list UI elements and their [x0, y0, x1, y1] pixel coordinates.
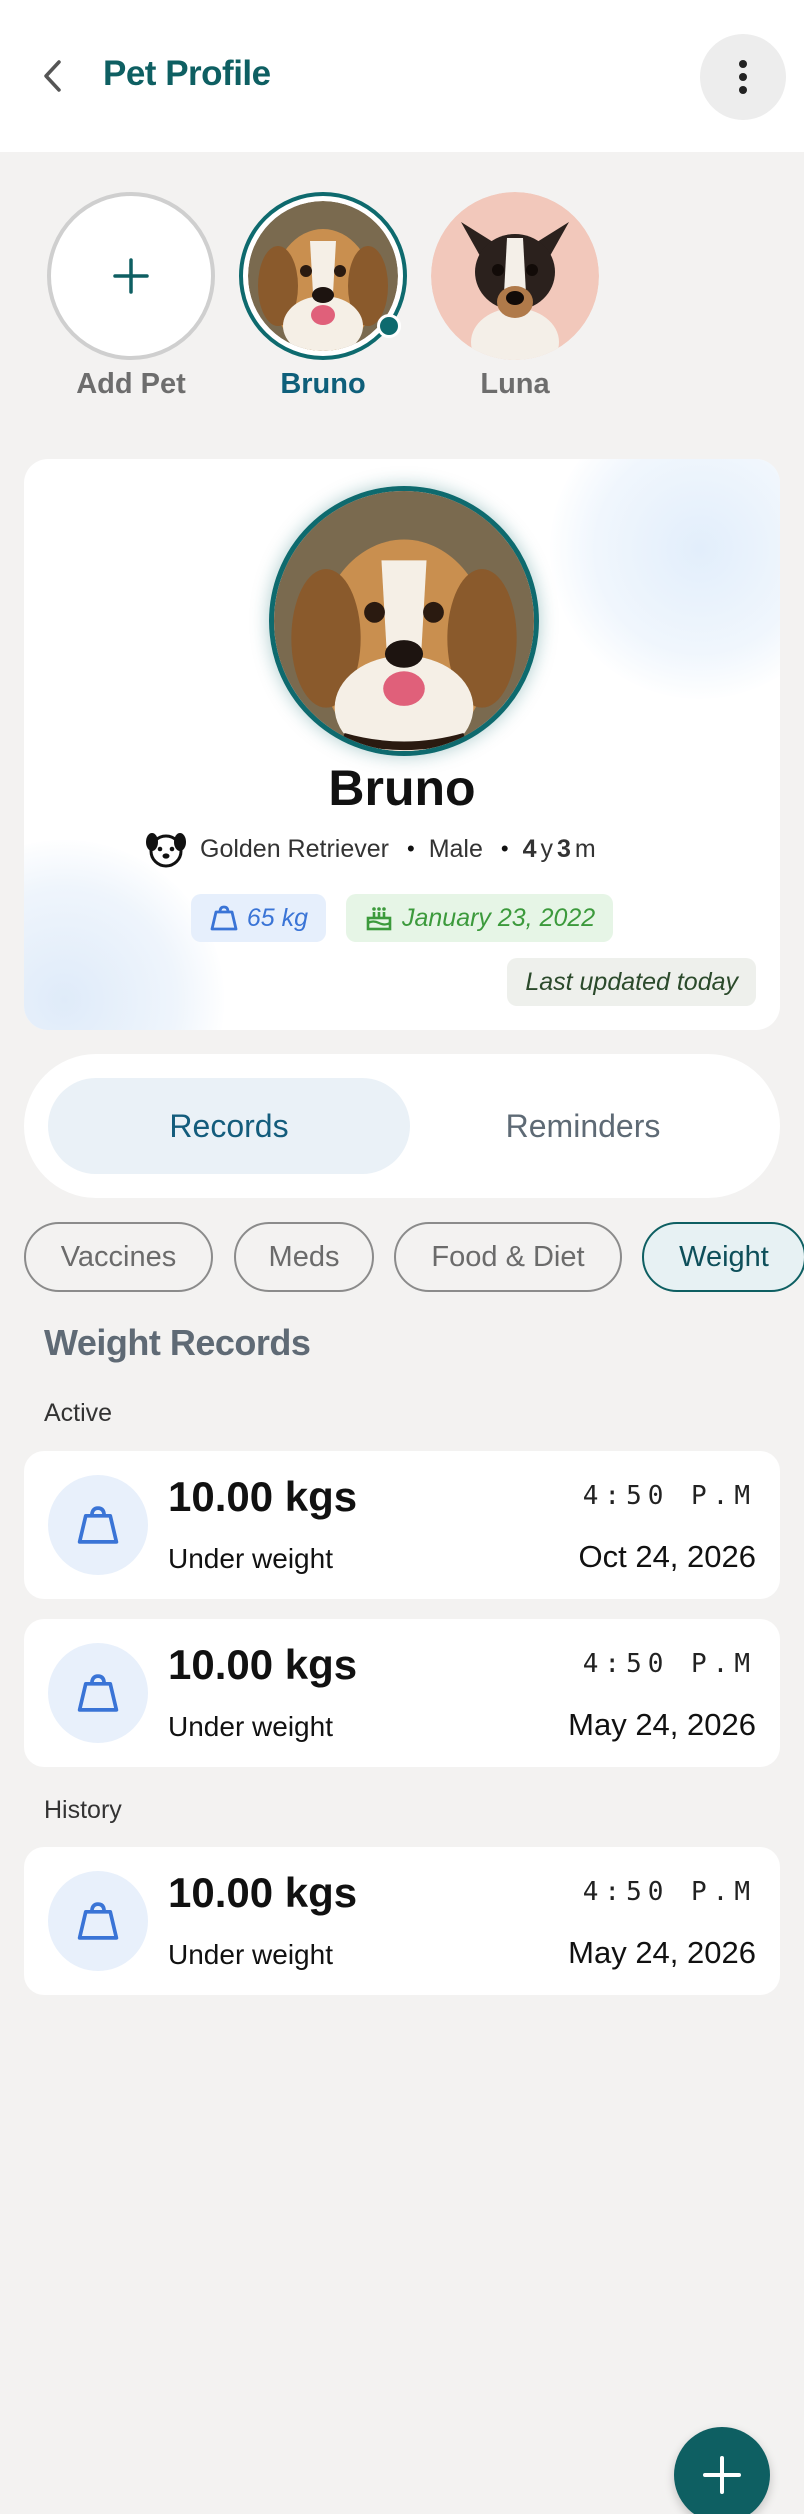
- weight-icon: [77, 1902, 119, 1940]
- pet-stats-chips: 65 kg January 23, 2022: [24, 894, 780, 942]
- section-title: Weight Records: [44, 1322, 311, 1363]
- weight-icon-wrap: [48, 1643, 148, 1743]
- pet-avatar-bruno[interactable]: [239, 192, 407, 360]
- birthday-chip: January 23, 2022: [345, 894, 614, 942]
- active-label: Active: [44, 1399, 113, 1427]
- separator-dot: •: [406, 836, 415, 861]
- add-pet-label: Add Pet: [76, 368, 186, 400]
- filter-food-diet[interactable]: Food & Diet: [394, 1222, 622, 1292]
- filter-weight[interactable]: Weight: [642, 1222, 804, 1292]
- record-weight: 10.00 kgs: [168, 1641, 358, 1688]
- pet-avatar-luna[interactable]: [431, 192, 599, 360]
- pet-item-bruno[interactable]: Bruno: [228, 192, 418, 401]
- record-time: 4:50 P.M: [582, 1649, 756, 1679]
- decorative-blob: [550, 459, 780, 699]
- record-date: Oct 24, 2026: [578, 1539, 756, 1574]
- weight-icon: [77, 1506, 119, 1544]
- record-date: May 24, 2026: [568, 1707, 756, 1742]
- dog-face-icon: [146, 833, 186, 868]
- pet-gender: Male: [428, 834, 483, 863]
- history-label: History: [44, 1796, 122, 1824]
- pet-birthday: January 23, 2022: [401, 903, 596, 932]
- pet-selector: Add Pet Bruno Luna: [0, 192, 804, 412]
- add-pet-button[interactable]: [47, 192, 215, 360]
- record-date: May 24, 2026: [568, 1935, 756, 1970]
- record-weight: 10.00 kgs: [168, 1473, 358, 1520]
- record-time: 4:50 P.M: [582, 1877, 756, 1907]
- dog-photo: [248, 201, 398, 351]
- last-updated-badge: Last updated today: [507, 958, 756, 1006]
- record-type-filters: Vaccines Meds Food & Diet Weight: [24, 1222, 804, 1292]
- filter-vaccines[interactable]: Vaccines: [24, 1222, 213, 1292]
- dog-photo: [431, 192, 599, 360]
- more-options-button[interactable]: [700, 34, 786, 120]
- record-status: Under weight: [168, 1939, 333, 1970]
- plus-icon: [703, 2456, 741, 2494]
- add-pet-item[interactable]: Add Pet: [36, 192, 226, 401]
- separator-dot: •: [500, 836, 509, 861]
- page-title: Pet Profile: [103, 54, 271, 93]
- pet-name-bruno: Bruno: [280, 368, 366, 400]
- pet-info-line: Golden Retriever • Male • 4y3m: [144, 827, 596, 871]
- app-header: Pet Profile: [0, 0, 804, 152]
- weight-record[interactable]: 10.00 kgs Under weight 4:50 P.M Oct 24, …: [24, 1451, 780, 1599]
- pet-age: 4y3m: [523, 835, 596, 864]
- age-years: 4: [522, 834, 537, 863]
- more-vertical-icon: [739, 60, 747, 94]
- pet-name: Bruno: [328, 760, 476, 816]
- age-months-unit: m: [574, 834, 596, 863]
- tab-reminders[interactable]: Reminders: [410, 1078, 756, 1174]
- add-record-button[interactable]: [674, 2427, 770, 2514]
- weight-record[interactable]: 10.00 kgs Under weight 4:50 P.M May 24, …: [24, 1847, 780, 1995]
- records-reminders-tabs: Records Reminders: [24, 1054, 780, 1198]
- pet-item-luna[interactable]: Luna: [420, 192, 610, 401]
- record-time: 4:50 P.M: [582, 1481, 756, 1511]
- age-years-unit: y: [540, 834, 553, 863]
- tab-records[interactable]: Records: [48, 1078, 410, 1174]
- pet-weight: 65 kg: [246, 903, 308, 932]
- record-weight: 10.00 kgs: [168, 1869, 358, 1916]
- weight-icon: [77, 1674, 119, 1712]
- pet-profile-card: Bruno Golden Retriever • Male • 4y3m 65 …: [24, 459, 780, 1030]
- age-months: 3: [556, 834, 571, 863]
- weight-icon-wrap: [48, 1475, 148, 1575]
- selected-indicator: [377, 314, 401, 338]
- birthday-cake-icon: [366, 907, 392, 931]
- dog-photo: [274, 491, 534, 751]
- weight-record[interactable]: 10.00 kgs Under weight 4:50 P.M May 24, …: [24, 1619, 780, 1767]
- weight-chip: 65 kg: [190, 894, 326, 942]
- pet-breed: Golden Retriever: [200, 834, 389, 863]
- record-status: Under weight: [168, 1711, 333, 1742]
- weight-icon: [210, 905, 238, 931]
- back-button[interactable]: [34, 58, 70, 94]
- pet-name-luna: Luna: [480, 368, 550, 400]
- filter-meds[interactable]: Meds: [234, 1222, 374, 1292]
- chevron-left-icon: [44, 60, 61, 92]
- plus-icon: [113, 258, 149, 294]
- pet-avatar-large: [269, 486, 539, 756]
- weight-icon-wrap: [48, 1871, 148, 1971]
- record-status: Under weight: [168, 1543, 333, 1574]
